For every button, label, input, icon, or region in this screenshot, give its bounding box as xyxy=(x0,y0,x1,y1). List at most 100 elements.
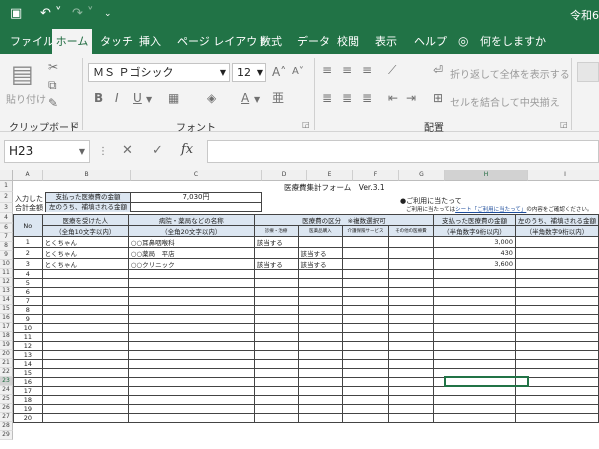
worksheet[interactable]: ABCDEFGHI 123456789101112131415161718192… xyxy=(0,170,599,449)
clipboard-launcher-icon[interactable]: ◲ xyxy=(71,118,79,132)
cell-hospital[interactable]: ○○耳鼻咽喉科 xyxy=(127,236,255,248)
cell-hospital[interactable]: ○○薬局 平店 xyxy=(127,247,255,259)
row-header[interactable]: 25 xyxy=(0,395,13,404)
alignment-launcher-icon[interactable]: ◲ xyxy=(560,118,568,132)
phonetic-icon[interactable]: 亜 xyxy=(272,91,284,105)
row-header[interactable]: 12 xyxy=(0,278,13,287)
row-header[interactable]: 11 xyxy=(0,269,13,278)
number-format-select[interactable] xyxy=(577,62,599,82)
cell-cat2[interactable]: 該当する xyxy=(297,258,344,270)
cut-icon[interactable]: ✂ xyxy=(48,60,58,74)
cell-empty[interactable] xyxy=(514,314,599,324)
cell-empty[interactable] xyxy=(41,377,129,387)
cell-empty[interactable] xyxy=(387,287,435,297)
cell-no[interactable]: 10 xyxy=(13,323,43,333)
cell-no[interactable]: 12 xyxy=(13,341,43,351)
cell-patient[interactable]: とくちゃん xyxy=(41,258,129,270)
cell-empty[interactable] xyxy=(41,413,129,423)
cell-empty[interactable] xyxy=(297,386,344,396)
cell-no[interactable]: 6 xyxy=(13,287,43,297)
cell-empty[interactable] xyxy=(342,377,389,387)
cell-reimb[interactable] xyxy=(514,247,599,259)
cell-empty[interactable] xyxy=(514,269,599,279)
cell-hospital[interactable]: ○○クリニック xyxy=(127,258,255,270)
cell-empty[interactable] xyxy=(127,305,255,315)
cell-empty[interactable] xyxy=(387,413,435,423)
cell-empty[interactable] xyxy=(41,359,129,369)
cell-no[interactable]: 9 xyxy=(13,314,43,324)
cell-empty[interactable] xyxy=(514,278,599,288)
cell-empty[interactable] xyxy=(387,269,435,279)
cell-empty[interactable] xyxy=(253,332,299,342)
cell-patient[interactable]: とくちゃん xyxy=(41,236,129,248)
cell-empty[interactable] xyxy=(342,359,389,369)
cell-empty[interactable] xyxy=(387,305,435,315)
cell-empty[interactable] xyxy=(41,269,129,279)
row-header[interactable]: 1 xyxy=(0,181,13,192)
cell-empty[interactable] xyxy=(253,278,299,288)
cell-empty[interactable] xyxy=(297,296,344,306)
row-header[interactable]: 19 xyxy=(0,341,13,350)
align-left-icon[interactable]: ≣ xyxy=(322,91,332,105)
align-top-icon[interactable]: ≡ xyxy=(322,63,332,77)
tab-touch[interactable]: タッチ xyxy=(100,29,133,54)
column-header[interactable]: H xyxy=(445,170,528,181)
cell-empty[interactable] xyxy=(297,287,344,297)
cell-empty[interactable] xyxy=(297,323,344,333)
cell-empty[interactable] xyxy=(253,386,299,396)
notice-link[interactable]: シート「ご利用に当たって」 xyxy=(455,207,526,213)
row-header[interactable]: 27 xyxy=(0,413,13,422)
cell-empty[interactable] xyxy=(253,296,299,306)
column-header[interactable]: D xyxy=(262,170,307,181)
column-header[interactable]: B xyxy=(43,170,131,181)
cell-empty[interactable] xyxy=(514,305,599,315)
cell-empty[interactable] xyxy=(342,305,389,315)
align-center-icon[interactable]: ≣ xyxy=(342,91,352,105)
cell-no[interactable]: 14 xyxy=(13,359,43,369)
cell-empty[interactable] xyxy=(514,296,599,306)
cell-empty[interactable] xyxy=(433,386,516,396)
cell-empty[interactable] xyxy=(433,287,516,297)
cell-empty[interactable] xyxy=(342,404,389,414)
cell-empty[interactable] xyxy=(297,404,344,414)
cell-empty[interactable] xyxy=(297,359,344,369)
cell-empty[interactable] xyxy=(342,413,389,423)
cell-no[interactable]: 13 xyxy=(13,350,43,360)
tab-insert[interactable]: 挿入 xyxy=(139,29,161,54)
paste-button[interactable]: 貼り付け xyxy=(6,91,46,106)
font-size-select[interactable]: 12 ▼ xyxy=(232,63,266,82)
cell-empty[interactable] xyxy=(433,341,516,351)
formula-input[interactable] xyxy=(207,140,599,163)
increase-font-icon[interactable]: A˄ xyxy=(272,65,286,79)
row-header[interactable]: 6 xyxy=(0,224,13,233)
cell-no[interactable]: 20 xyxy=(13,413,43,423)
cell-empty[interactable] xyxy=(127,413,255,423)
cell-cat3[interactable] xyxy=(342,258,389,270)
cell-empty[interactable] xyxy=(127,341,255,351)
paste-icon[interactable]: ▤ xyxy=(11,60,34,88)
column-header[interactable]: C xyxy=(131,170,262,181)
cell-empty[interactable] xyxy=(41,305,129,315)
cell-empty[interactable] xyxy=(514,386,599,396)
merge-center-button[interactable]: セルを結合して中央揃え xyxy=(450,94,560,109)
chevron-down-icon[interactable]: ▼ xyxy=(79,141,85,162)
cell-empty[interactable] xyxy=(387,314,435,324)
formula-bar-options-icon[interactable]: ⋮ xyxy=(98,145,108,159)
cell-empty[interactable] xyxy=(297,332,344,342)
cell-empty[interactable] xyxy=(253,359,299,369)
cell-empty[interactable] xyxy=(253,368,299,378)
cell-empty[interactable] xyxy=(253,269,299,279)
row-header[interactable]: 10 xyxy=(0,260,13,269)
cell-no[interactable]: 8 xyxy=(13,305,43,315)
cell-empty[interactable] xyxy=(253,305,299,315)
merge-center-icon[interactable]: ⊞ xyxy=(433,91,443,105)
row-header[interactable]: 13 xyxy=(0,287,13,296)
cell-empty[interactable] xyxy=(41,278,129,288)
cell-empty[interactable] xyxy=(433,359,516,369)
cell-empty[interactable] xyxy=(342,386,389,396)
decrease-indent-icon[interactable]: ⇤ xyxy=(388,91,398,105)
cell-cat1[interactable]: 該当する xyxy=(253,258,299,270)
cell-empty[interactable] xyxy=(433,323,516,333)
tab-review[interactable]: 校閲 xyxy=(337,29,359,54)
row-header[interactable]: 24 xyxy=(0,386,13,395)
